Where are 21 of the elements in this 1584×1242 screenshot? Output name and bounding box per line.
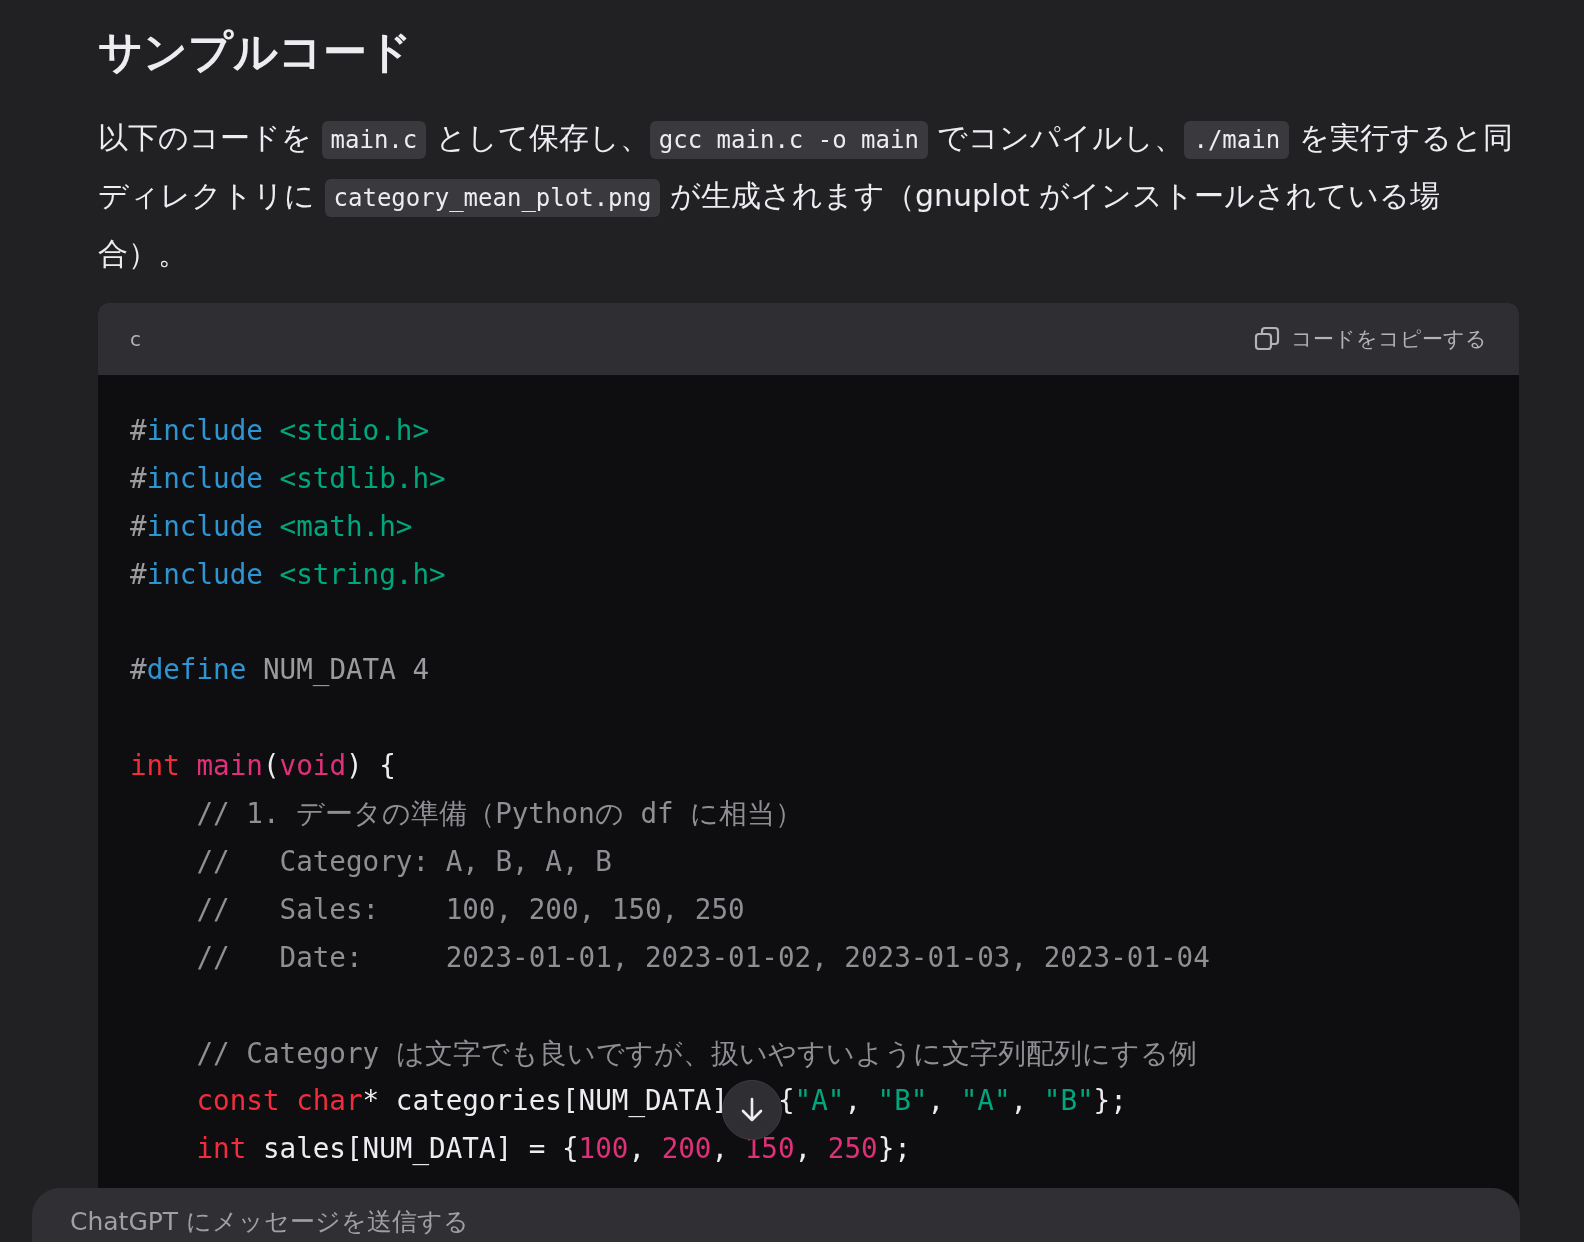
code-line: // Category: A, B, A, B [195, 844, 612, 880]
description-paragraph: 以下のコードを main.c として保存し、 gcc main.c -o main でコンパイルし、 ./main を実行すると同ディレクトリに category_mean_plot.png が生成されます（gnuplot がインストールされている場合）。 [98, 119, 1514, 273]
code-line: #include <string.h> [130, 556, 446, 593]
section-heading: サンプルコード [98, 25, 413, 79]
down-arrow-icon [739, 1096, 765, 1124]
language-label: c [130, 327, 141, 351]
message-input[interactable]: ChatGPT にメッセージを送信する [68, 1206, 972, 1237]
code-line: // Sales: 100, 200, 150, 250 [195, 891, 745, 928]
code-line: int sales[NUM_DATA] = {100, 200, 150, 250}; [195, 1131, 911, 1168]
code-line: const char* categories[NUM_DATA] [195, 1083, 729, 1120]
copy-icon [1253, 325, 1281, 353]
code-line: // Category は文字でも良いですが、扱いやすいように文字列配列にする例 [195, 1035, 1197, 1072]
code-line: {"A", "B", "A", "B"}; [776, 1083, 1127, 1120]
code-line: int main(void) { [130, 748, 396, 785]
code-line: #include <math.h> [130, 508, 413, 545]
copy-code-button[interactable]: コードをコピーする [1253, 325, 1487, 353]
code-line: #include <stdlib.h> [130, 460, 446, 497]
code-line: #include <stdio.h> [130, 413, 430, 449]
code-line: #define NUM_DATA 4 [130, 652, 430, 689]
code-line: // 1. データの準備（Pythonの df に相当） [195, 796, 804, 833]
code-line: // Date: 2023-01-01, 2023-01-02, 2023-01-03, 2023-01-04 [195, 939, 1210, 976]
